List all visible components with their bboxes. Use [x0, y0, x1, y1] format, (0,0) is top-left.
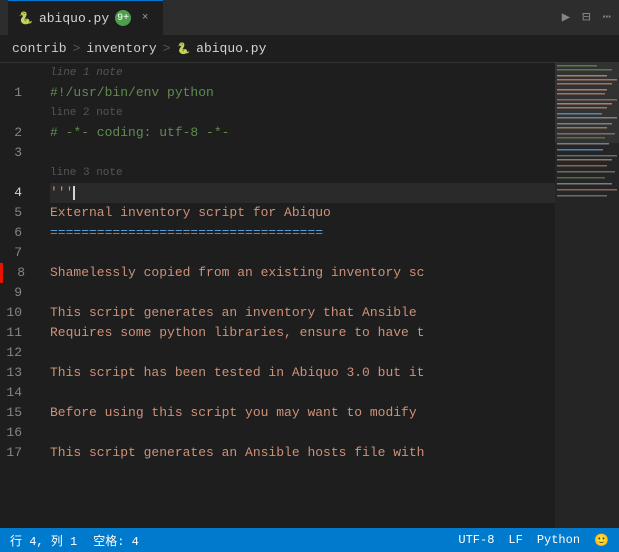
code-line-11: Requires some python libraries, ensure t…	[50, 323, 555, 343]
status-position[interactable]: 行 4, 列 1	[10, 532, 77, 549]
line-note-3: line 3 note	[50, 163, 555, 183]
code-line-17: This script generates an Ansible hosts f…	[50, 443, 555, 463]
status-bar: 行 4, 列 1 空格: 4 UTF-8 LF Python 🙂	[0, 528, 619, 552]
file-icon: 🐍	[176, 42, 190, 56]
gutter-10: 10	[0, 303, 32, 323]
tab-close-button[interactable]: ×	[137, 10, 153, 26]
status-feedback[interactable]: 🙂	[594, 533, 609, 548]
gutter-note-3	[0, 163, 32, 183]
breadcrumb-filename[interactable]: abiquo.py	[196, 41, 266, 56]
code-line-8: Shamelessly copied from an existing inve…	[50, 263, 555, 283]
editor-container: 1 2 3 4 5 6 7 8 9 10 11 12 13 14 15 16 1…	[0, 63, 619, 528]
python-icon: 🐍	[18, 11, 33, 26]
gutter-7: 7	[0, 243, 32, 263]
gutter-2: 2	[0, 123, 32, 143]
line-note-1: line 1 note	[50, 63, 555, 83]
code-editor[interactable]: line 1 note #!/usr/bin/env python line 2…	[40, 63, 555, 528]
code-line-10: This script generates an inventory that …	[50, 303, 555, 323]
tab-filename: abiquo.py	[39, 11, 109, 26]
code-line-14	[50, 383, 555, 403]
gutter-9: 9	[0, 283, 32, 303]
tab-badge: 9+	[115, 10, 131, 26]
status-language[interactable]: Python	[537, 533, 580, 548]
code-line-13: This script has been tested in Abiquo 3.…	[50, 363, 555, 383]
code-line-12	[50, 343, 555, 363]
gutter-17: 17	[0, 443, 32, 463]
title-bar-actions: ▶ ⊟ ⋯	[562, 9, 611, 26]
code-line-16	[50, 423, 555, 443]
line-note-2: line 2 note	[50, 103, 555, 123]
split-editor-button[interactable]: ⊟	[582, 9, 590, 26]
code-line-4: '''	[50, 183, 555, 203]
code-line-5: External inventory script for Abiquo	[50, 203, 555, 223]
minimap[interactable]	[555, 63, 619, 528]
gutter-16: 16	[0, 423, 32, 443]
breadcrumb-sep-1: >	[73, 41, 81, 56]
gutter-6: 6	[0, 223, 32, 243]
status-line-ending[interactable]: LF	[508, 533, 522, 548]
code-line-1: #!/usr/bin/env python	[50, 83, 555, 103]
text-cursor	[73, 186, 75, 200]
breadcrumb-sep-2: >	[163, 41, 171, 56]
code-line-9	[50, 283, 555, 303]
code-line-15: Before using this script you may want to…	[50, 403, 555, 423]
more-actions-button[interactable]: ⋯	[603, 9, 611, 26]
code-line-3	[50, 143, 555, 163]
status-spaces[interactable]: 空格: 4	[93, 532, 139, 549]
gutter-11: 11	[0, 323, 32, 343]
gutter-13: 13	[0, 363, 32, 383]
breadcrumb-contrib[interactable]: contrib	[12, 41, 67, 56]
gutter-5: 5	[0, 203, 32, 223]
code-line-6: ===================================	[50, 223, 555, 243]
code-line-7	[50, 243, 555, 263]
breadcrumb: contrib > inventory > 🐍 abiquo.py	[0, 35, 619, 63]
run-button[interactable]: ▶	[562, 9, 570, 26]
gutter-4: 4	[0, 183, 32, 203]
gutter-1: 1	[0, 83, 32, 103]
editor-tab[interactable]: 🐍 abiquo.py 9+ ×	[8, 0, 163, 35]
status-bar-right: UTF-8 LF Python 🙂	[458, 533, 609, 548]
breadcrumb-inventory[interactable]: inventory	[86, 41, 156, 56]
code-line-2: # -*- coding: utf-8 -*-	[50, 123, 555, 143]
minimap-content	[555, 63, 619, 528]
gutter-note-2	[0, 103, 32, 123]
title-bar: 🐍 abiquo.py 9+ × ▶ ⊟ ⋯	[0, 0, 619, 35]
gutter-15: 15	[0, 403, 32, 423]
line-number-gutter: 1 2 3 4 5 6 7 8 9 10 11 12 13 14 15 16 1…	[0, 63, 40, 528]
gutter-12: 12	[0, 343, 32, 363]
gutter-14: 14	[0, 383, 32, 403]
gutter-3: 3	[0, 143, 32, 163]
gutter-8: 8	[0, 263, 32, 283]
gutter-note-1	[0, 63, 32, 83]
status-encoding[interactable]: UTF-8	[458, 533, 494, 548]
